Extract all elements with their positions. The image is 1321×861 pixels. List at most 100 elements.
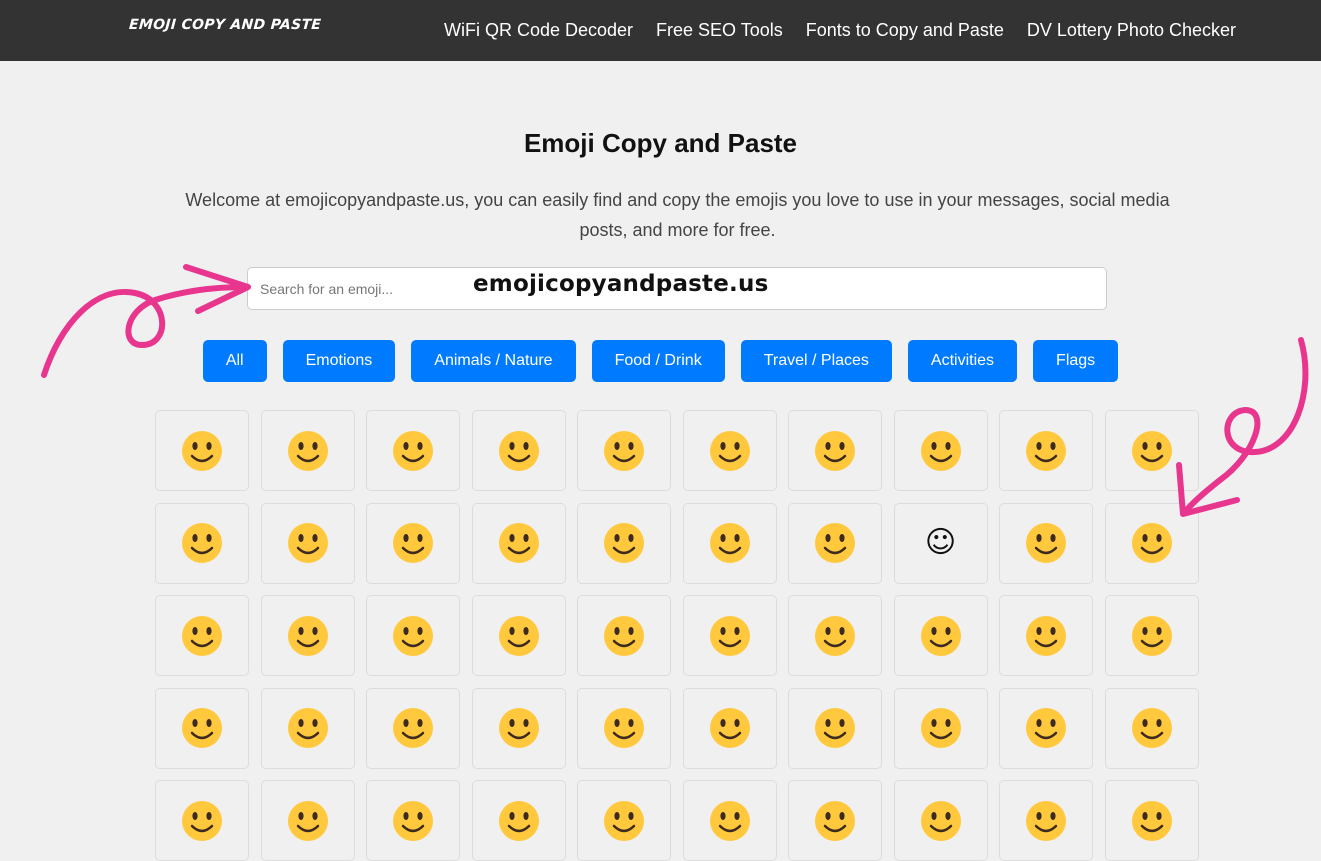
emoji-tile[interactable]: 😍 [366, 502, 460, 584]
emoji-tile[interactable]: 😒 [1104, 687, 1199, 769]
category-button-food-drink[interactable]: Food / Drink [591, 340, 725, 382]
emoji-face-icon: 😅 [815, 430, 855, 471]
emoji-tile[interactable]: 😥 [893, 595, 988, 676]
category-button-emotions[interactable]: Emotions [282, 340, 396, 382]
emoji-face-icon: 😮 [1026, 615, 1066, 656]
emoji-tile[interactable]: 🤔 [155, 595, 249, 676]
emoji-tile[interactable]: 😉 [999, 410, 1093, 491]
emoji-face-icon: 😥 [920, 615, 961, 656]
emoji-tile[interactable]: 😝 [893, 687, 988, 769]
emoji-tile[interactable]: 😎 [260, 502, 355, 584]
emoji-tile[interactable]: 😄 [682, 410, 777, 491]
emoji-tile[interactable]: ☹ [788, 780, 882, 861]
site-watermark: emojicopyandpaste.us [473, 271, 769, 297]
emoji-face-icon: 🙁 [920, 800, 961, 841]
emoji-tile[interactable]: 😚 [788, 502, 882, 584]
emoji-face-icon: 😓 [182, 800, 222, 841]
emoji-tile[interactable]: 😀 [155, 410, 249, 491]
emoji-tile[interactable]: 🙄 [577, 595, 671, 676]
nav-link-dv-lottery-checker[interactable]: DV Lottery Photo Checker [1027, 20, 1236, 41]
emoji-tile[interactable]: 😂 [366, 410, 460, 491]
emoji-tile[interactable]: 😗 [577, 502, 671, 584]
emoji-tile[interactable]: 😑 [366, 595, 460, 676]
emoji-face-icon: 😀 [182, 430, 222, 471]
emoji-face-icon: 😚 [815, 523, 855, 563]
emoji-tile[interactable]: 😌 [577, 687, 671, 769]
nav-link-wifi-qr-decoder[interactable]: WiFi QR Code Decoder [444, 20, 633, 41]
emoji-tile[interactable]: 🤣 [471, 410, 566, 491]
emoji-tile[interactable]: 😙 [682, 502, 777, 584]
emoji-face-icon: 😁 [287, 430, 328, 471]
emoji-tile[interactable]: 🙂 [999, 502, 1093, 584]
page-intro: Welcome at emojicopyandpaste.us, you can… [185, 190, 1170, 240]
emoji-tile[interactable]: 🙃 [471, 780, 566, 861]
emoji-face-icon: 😛 [709, 708, 750, 748]
emoji-face-icon: 😋 [182, 523, 222, 563]
emoji-tile[interactable]: 😐 [260, 595, 355, 676]
emoji-face-icon: 😏 [709, 615, 750, 656]
emoji-face-icon: 🤔 [182, 615, 222, 656]
category-button-animals-nature[interactable]: Animals / Nature [411, 340, 576, 382]
emoji-face-icon: 😐 [287, 615, 328, 656]
emoji-face-icon: 😌 [604, 708, 644, 748]
emoji-tile[interactable]: 😮 [999, 595, 1093, 676]
emoji-face-icon: 😶 [498, 615, 539, 656]
emoji-face-icon: 😗 [604, 523, 644, 563]
emoji-tile[interactable]: 😜 [788, 687, 882, 769]
emoji-tile[interactable]: 😕 [366, 780, 460, 861]
emoji-face-icon: 😍 [393, 523, 433, 563]
emoji-tile[interactable]: 😞 [1104, 780, 1199, 861]
page-title: Emoji Copy and Paste [523, 128, 798, 158]
nav-link-fonts-copy-paste[interactable]: Fonts to Copy and Paste [806, 20, 1004, 41]
pink-arrow-left-icon [41, 264, 251, 378]
emoji-face-icon: 😲 [709, 800, 750, 841]
pink-arrow-right-icon [1176, 337, 1309, 517]
emoji-face-icon: 😑 [393, 615, 433, 656]
emoji-face-icon: 🙃 [498, 800, 539, 841]
emoji-tile[interactable]: 😔 [260, 780, 355, 861]
top-navbar: EMOJI COPY AND PASTE WiFi QR Code Decode… [0, 0, 1321, 61]
emoji-tile[interactable]: 🤤 [999, 687, 1093, 769]
emoji-tile[interactable]: 😃 [577, 410, 671, 491]
emoji-face-icon: ☹ [815, 800, 855, 841]
emoji-tile[interactable]: 😓 [155, 780, 249, 861]
emoji-tile[interactable]: 😪 [260, 687, 355, 769]
emoji-face-icon: 😪 [287, 708, 328, 748]
emoji-face-icon: 😎 [287, 523, 328, 563]
emoji-tile[interactable]: 🤑 [577, 780, 671, 861]
emoji-tile[interactable]: 🤐 [1104, 595, 1199, 676]
category-button-activities[interactable]: Activities [907, 340, 1018, 382]
emoji-face-icon: 😝 [920, 708, 961, 748]
emoji-tile[interactable]: 😘 [471, 502, 566, 584]
emoji-face-icon: 😄 [709, 430, 750, 471]
category-button-travel-places[interactable]: Travel / Places [740, 340, 892, 382]
site-logo[interactable]: EMOJI COPY AND PASTE [128, 17, 321, 33]
emoji-tile[interactable]: 😣 [788, 595, 882, 676]
category-button-flags[interactable]: Flags [1033, 340, 1119, 382]
emoji-tile[interactable]: 😛 [682, 687, 777, 769]
emoji-face-icon: 😃 [604, 430, 644, 471]
emoji-grid: 😀😁😂🤣😃😄😅😆😉😊😋😎😍😘😗😙😚☺🙂🤗🤔😐😑😶🙄😏😣😥😮🤐😯😪😫😴😌😛😜😝🤤😒… [155, 410, 1200, 861]
emoji-tile[interactable]: 😲 [682, 780, 777, 861]
emoji-tile[interactable]: 😅 [788, 410, 882, 491]
emoji-face-icon: 🤐 [1131, 615, 1172, 656]
emoji-tile[interactable]: 😴 [471, 687, 566, 769]
emoji-tile[interactable]: 😖 [999, 780, 1093, 861]
smiling-face-outline-icon: ☺ [924, 525, 957, 560]
nav-link-free-seo-tools[interactable]: Free SEO Tools [656, 20, 783, 41]
emoji-tile[interactable]: 😋 [155, 502, 249, 584]
emoji-tile[interactable]: 😆 [893, 410, 988, 491]
emoji-face-icon: 😯 [182, 708, 222, 748]
emoji-tile[interactable]: 😯 [155, 687, 249, 769]
emoji-tile[interactable]: 🙁 [893, 780, 988, 861]
emoji-tile[interactable]: 😏 [682, 595, 777, 676]
emoji-face-icon: 😔 [287, 800, 328, 841]
emoji-tile[interactable]: 😫 [366, 687, 460, 769]
emoji-face-icon: 😖 [1026, 800, 1066, 841]
emoji-tile[interactable]: ☺ [893, 502, 988, 584]
emoji-face-icon: 🙄 [604, 615, 644, 656]
emoji-face-icon: 😫 [393, 708, 433, 748]
emoji-tile[interactable]: 😶 [471, 595, 566, 676]
emoji-tile[interactable]: 😁 [260, 410, 355, 491]
emoji-face-icon: 😕 [393, 800, 433, 841]
